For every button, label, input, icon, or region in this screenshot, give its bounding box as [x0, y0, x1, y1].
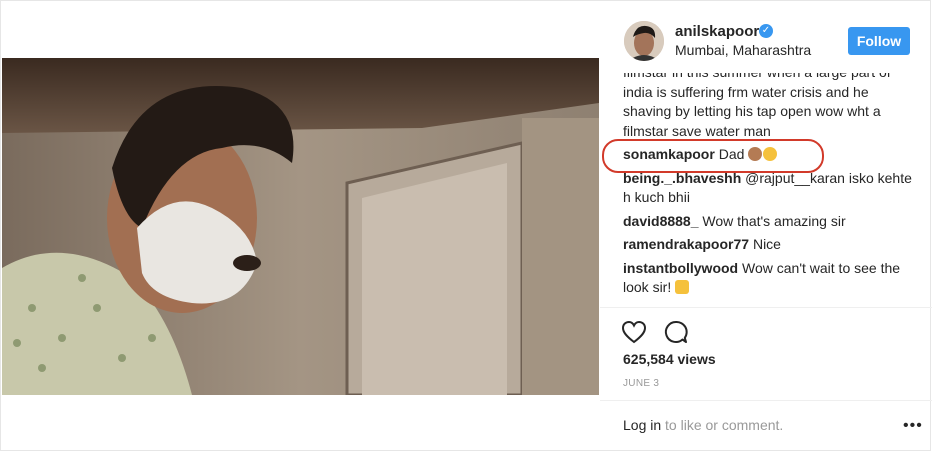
login-prompt-text: to like or comment. — [661, 417, 784, 433]
comment-username[interactable]: instantbollywood — [623, 260, 738, 276]
action-icons — [621, 320, 688, 344]
post-card: anilskapoor ✓ Mumbai, Maharashtra Follow… — [0, 0, 932, 452]
comment-text: filmstar in this summer when a large par… — [623, 73, 891, 139]
post-location[interactable]: Mumbai, Maharashtra — [675, 42, 811, 58]
view-count[interactable]: 625,584 views — [623, 351, 716, 367]
action-bar — [621, 320, 702, 351]
avatar[interactable] — [624, 21, 664, 61]
list-item: being._.bhaveshh @rajput__karan isko keh… — [623, 169, 915, 208]
verified-badge-icon: ✓ — [759, 24, 773, 38]
post-username[interactable]: anilskapoor — [675, 23, 759, 40]
post-details-panel: anilskapoor ✓ Mumbai, Maharashtra Follow… — [600, 1, 932, 452]
thumbs-up-icon — [675, 280, 690, 294]
divider — [600, 307, 932, 308]
comment-username[interactable]: ramendrakapoor77 — [623, 236, 749, 252]
follow-button[interactable]: Follow — [848, 27, 910, 55]
login-link[interactable]: Log in — [623, 417, 661, 433]
comment-icon[interactable] — [664, 320, 688, 343]
comment-text: Nice — [752, 236, 781, 252]
list-item: instantbollywood Wow can't wait to see t… — [623, 259, 915, 298]
comment-username[interactable]: david8888_ — [623, 213, 699, 229]
post-header: anilskapoor ✓ Mumbai, Maharashtra Follow — [600, 1, 932, 73]
list-item: filmstar in this summer when a large par… — [623, 73, 915, 141]
comment-text: Wow that's amazing sir — [702, 212, 846, 229]
video-frame-image — [2, 58, 599, 395]
list-item: ramendrakapoor77 Nice — [623, 235, 915, 255]
list-item: david8888_ Wow that's amazing sir — [623, 212, 915, 232]
divider — [600, 400, 932, 401]
post-video[interactable] — [2, 58, 599, 395]
comments-list[interactable]: filmstar in this summer when a large par… — [600, 73, 932, 307]
login-prompt: Log in to like or comment. — [623, 417, 783, 433]
highlight-oval — [602, 139, 824, 173]
heart-icon[interactable] — [621, 320, 647, 344]
more-options-icon[interactable]: ••• — [903, 417, 923, 435]
avatar-image — [624, 21, 664, 61]
post-date[interactable]: JUNE 3 — [623, 378, 659, 389]
